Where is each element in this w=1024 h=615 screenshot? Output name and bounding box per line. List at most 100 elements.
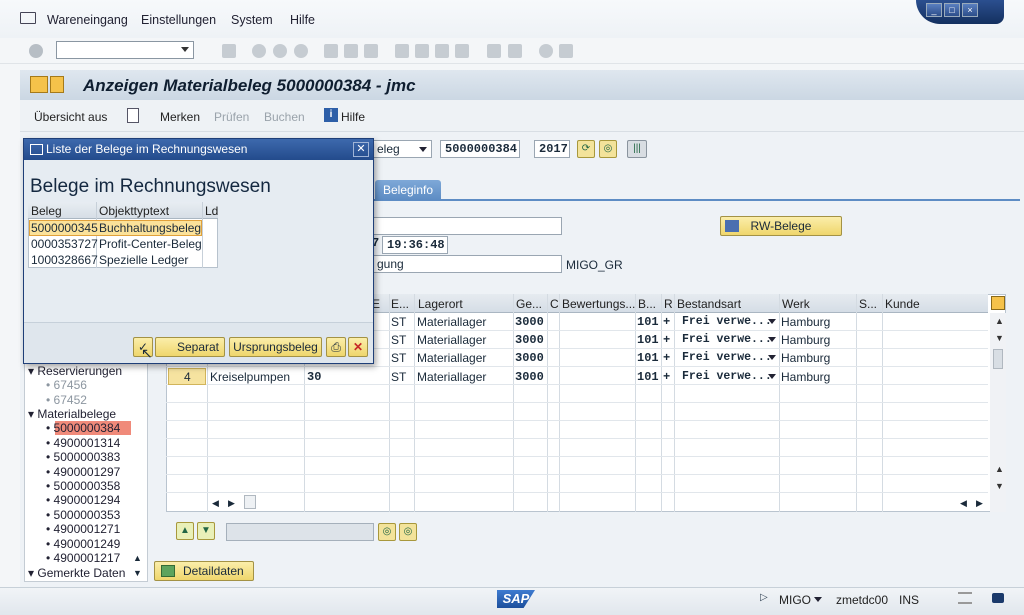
doc-type-select[interactable]: eleg — [372, 140, 432, 158]
tree-item[interactable]: • 5000000383 — [46, 450, 120, 464]
col-ld[interactable]: Ld — [205, 204, 218, 218]
cancel-icon[interactable]: ✕ — [348, 337, 368, 357]
tree-item[interactable]: • 67456 — [46, 378, 87, 392]
exit-tb-icon[interactable] — [273, 44, 287, 58]
tree-item[interactable]: • 4900001294 — [46, 493, 120, 507]
grid-layout-icon[interactable] — [991, 296, 1005, 310]
scroll-thumb[interactable] — [993, 349, 1003, 369]
col-e2[interactable]: E... — [391, 297, 409, 311]
tree-item[interactable]: • 4900001314 — [46, 436, 120, 450]
find-next-icon[interactable]: ◎ — [399, 523, 417, 541]
header-text-field[interactable] — [372, 217, 562, 235]
scroll-down-icon[interactable]: ▼ — [995, 481, 1004, 491]
back-icon[interactable] — [252, 44, 266, 58]
scroll-down-icon[interactable]: ▼ — [995, 333, 1004, 343]
menu-einstellungen[interactable]: Einstellungen — [141, 13, 216, 27]
print-icon[interactable]: ⎙ — [326, 337, 346, 357]
scroll-right-icon[interactable]: ▶ — [228, 498, 235, 509]
ursprungsbeleg-button[interactable]: Ursprungsbeleg — [229, 337, 322, 357]
h-scroll-thumb[interactable] — [244, 495, 256, 509]
minimize-icon[interactable]: _ — [926, 3, 942, 17]
col-r[interactable]: R — [664, 297, 673, 311]
cell-objekttyptext[interactable]: Spezielle Ledger — [99, 253, 188, 267]
chevron-down-icon[interactable] — [768, 319, 776, 324]
chevron-down-icon[interactable] — [768, 337, 776, 342]
save-icon[interactable] — [222, 44, 236, 58]
cell-beleg[interactable]: 5000000345 — [31, 221, 98, 235]
scroll-up-icon[interactable]: ▲ — [133, 553, 142, 563]
tree-item[interactable]: • 4900001249 — [46, 537, 120, 551]
cell-beleg[interactable]: 1000328667 — [31, 253, 98, 267]
print-icon[interactable] — [324, 44, 338, 58]
document-number-field[interactable]: 5000000384 — [440, 140, 520, 158]
binoculars-icon[interactable]: ◎ — [599, 140, 617, 158]
scroll-right-icon[interactable]: ▶ — [976, 498, 983, 509]
exit-icon[interactable] — [20, 12, 36, 24]
scroll-down-icon[interactable]: ▼ — [133, 568, 142, 578]
col-beleg[interactable]: Beleg — [31, 204, 62, 218]
remember-button[interactable]: Merken — [160, 110, 200, 124]
cell-bestandsart[interactable]: Frei verwe... — [682, 315, 772, 328]
tree-item[interactable]: • 4900001217 — [46, 551, 120, 565]
search-input[interactable] — [226, 523, 374, 541]
chevron-down-icon[interactable] — [814, 597, 822, 602]
grid-settings-icon[interactable]: ||| — [627, 140, 647, 158]
menu-hilfe[interactable]: Hilfe — [290, 13, 315, 27]
command-field[interactable] — [56, 41, 194, 59]
separat-button[interactable]: Separat — [155, 337, 225, 357]
cell-objekttyptext[interactable]: Profit-Center-Beleg — [99, 237, 202, 251]
close-window-icon[interactable]: × — [962, 3, 978, 17]
first-page-icon[interactable] — [395, 44, 409, 58]
post-button[interactable]: Buchen — [264, 110, 305, 124]
cell-beleg[interactable]: 0000353727 — [31, 237, 98, 251]
next-page-icon[interactable] — [435, 44, 449, 58]
year-field[interactable]: 2017 — [534, 140, 570, 158]
tree-item[interactable]: • 5000000353 — [46, 508, 120, 522]
tab-beleginfo[interactable]: Beleginfo — [375, 180, 441, 200]
tree-item[interactable]: • 4900001271 — [46, 522, 120, 536]
cell-objekttyptext[interactable]: Buchhaltungsbeleg — [99, 221, 201, 235]
shortcut-icon[interactable] — [508, 44, 522, 58]
last-page-icon[interactable] — [455, 44, 469, 58]
help-icon[interactable] — [539, 44, 553, 58]
col-lagerort[interactable]: Lagerort — [418, 297, 463, 311]
chevron-down-icon[interactable] — [768, 374, 776, 379]
expand-icon[interactable]: ▲ — [176, 522, 194, 540]
enter-icon[interactable] — [29, 44, 43, 58]
scroll-up-icon[interactable]: ▲ — [995, 316, 1004, 326]
scroll-left-icon[interactable]: ◀ — [212, 498, 219, 509]
execute-icon[interactable]: ⟳ — [577, 140, 595, 158]
new-session-icon[interactable] — [487, 44, 501, 58]
help-button[interactable]: Hilfe — [341, 110, 365, 124]
tree-item[interactable]: • 5000000384 — [46, 421, 120, 435]
col-ge[interactable]: Ge... — [516, 297, 542, 311]
layout-icon[interactable] — [559, 44, 573, 58]
cell-bestandsart[interactable]: Frei verwe... — [682, 370, 772, 383]
tree-item[interactable]: • 67452 — [46, 393, 87, 407]
detaildaten-button[interactable]: Detaildaten — [154, 561, 254, 581]
chevron-down-icon[interactable] — [768, 355, 776, 360]
lock-icon[interactable] — [992, 593, 1004, 603]
prev-page-icon[interactable] — [415, 44, 429, 58]
binoculars-icon[interactable]: ◎ — [378, 523, 396, 541]
transaction-code[interactable]: MIGO — [779, 593, 811, 607]
settings-icon[interactable] — [958, 592, 972, 604]
tree-node-reservierungen[interactable]: ▾ Reservierungen — [28, 364, 122, 378]
overview-button[interactable]: Übersicht aus — [34, 110, 107, 124]
scroll-up-icon[interactable]: ▲ — [995, 464, 1004, 474]
tree-node-materialbelege[interactable]: ▾ Materialbelege — [28, 407, 116, 421]
scroll-left-icon[interactable]: ◀ — [960, 498, 967, 509]
maximize-icon[interactable]: □ — [944, 3, 960, 17]
chevron-down-icon[interactable] — [181, 47, 189, 52]
find-next-icon[interactable] — [364, 44, 378, 58]
close-icon[interactable]: ✕ — [353, 142, 369, 157]
check-button[interactable]: Prüfen — [214, 110, 249, 124]
new-document-icon[interactable] — [127, 108, 139, 123]
menu-system[interactable]: System — [231, 13, 273, 27]
play-icon[interactable]: ▷ — [760, 592, 768, 603]
col-objekttyptext[interactable]: Objekttyptext — [99, 204, 169, 218]
cancel-icon[interactable] — [294, 44, 308, 58]
tree-item[interactable]: • 4900001297 — [46, 465, 120, 479]
col-b[interactable]: B... — [638, 297, 656, 311]
col-kunde[interactable]: Kunde — [885, 297, 920, 311]
